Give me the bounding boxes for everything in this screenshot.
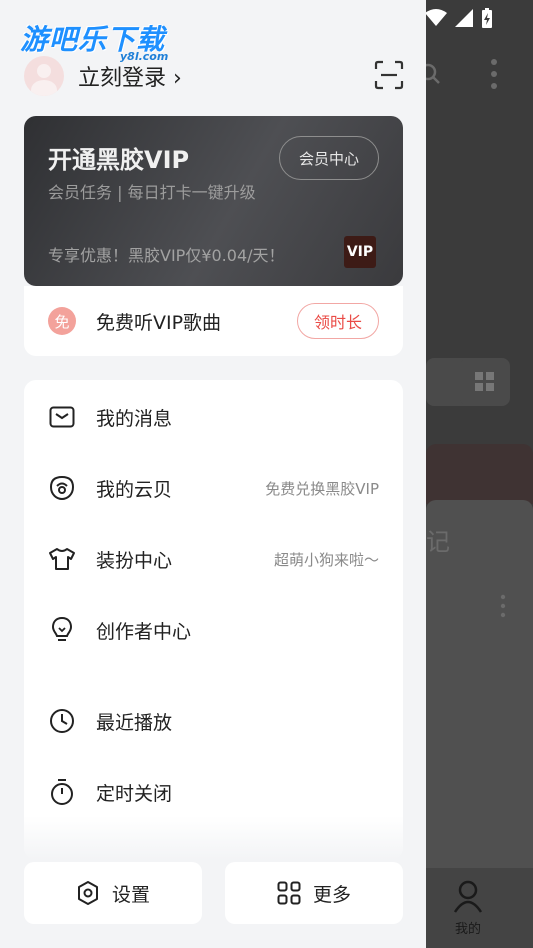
vip-title: 开通黑胶VIP: [48, 146, 190, 174]
menu-item-cloud-coins[interactable]: 我的云贝 免费兑换黑胶VIP: [24, 458, 403, 518]
settings-button[interactable]: 设置: [24, 862, 202, 924]
signal-icon: [455, 9, 473, 27]
vip-subtitle: 会员任务 | 每日打卡一键升级: [48, 183, 256, 202]
coin-icon: [48, 474, 76, 502]
menu-item-recent-plays[interactable]: 最近播放: [24, 691, 403, 751]
bg-partial-text: 记: [426, 528, 450, 556]
status-bar-icons: [425, 8, 493, 28]
menu-label: 创作者中心: [96, 620, 192, 643]
avatar[interactable]: [24, 56, 64, 96]
gear-icon: [77, 881, 98, 905]
menu-card: 我的消息 我的云贝 免费兑换黑胶VIP 装扮中心 超萌小狗来啦～ 创作者中心 最…: [24, 380, 403, 860]
more-vertical-icon: [500, 594, 506, 618]
user-icon: [453, 880, 483, 913]
free-vip-songs-label: 免费听VIP歌曲: [96, 311, 222, 334]
menu-label: 定时关闭: [96, 782, 173, 805]
tab-me-label: 我的: [454, 922, 481, 937]
menu-hint: 超萌小狗来啦～: [273, 550, 379, 569]
more-label: 更多: [312, 883, 351, 906]
side-drawer: 游吧乐下载 y8l.com 立刻登录 › 开通黑胶VIP 会员任务 | 每日打卡…: [0, 0, 426, 948]
bg-grid-card: [460, 358, 510, 406]
menu-label: 我的云贝: [96, 478, 173, 501]
bg-banner: [426, 444, 533, 504]
scan-icon[interactable]: [374, 60, 404, 90]
vip-badge-icon: VIP: [344, 236, 376, 268]
menu-item-dress-up[interactable]: 装扮中心 超萌小狗来啦～: [24, 529, 403, 589]
grid-icon: [475, 372, 494, 391]
vip-promo-text: 专享优惠！黑胶VIP仅¥0.04/天！: [48, 246, 285, 265]
bg-content-card: 记: [426, 500, 533, 880]
menu-fade-overlay: [24, 816, 403, 860]
mail-icon: [48, 403, 76, 431]
claim-duration-button[interactable]: 领时长: [297, 303, 379, 339]
menu-label: 装扮中心: [96, 549, 173, 572]
more-button[interactable]: 更多: [225, 862, 403, 924]
lightbulb-icon: [48, 616, 76, 644]
menu-item-messages[interactable]: 我的消息: [24, 387, 403, 447]
login-link[interactable]: 立刻登录 ›: [78, 60, 182, 92]
menu-hint: 免费兑换黑胶VIP: [265, 479, 379, 498]
wifi-icon: [425, 9, 447, 26]
battery-icon: [482, 8, 492, 28]
menu-label: 最近播放: [96, 711, 173, 734]
menu-item-creator-center[interactable]: 创作者中心: [24, 600, 403, 660]
clock-icon: [48, 707, 76, 735]
login-row[interactable]: 立刻登录 ›: [24, 56, 404, 96]
apps-grid-icon: [277, 881, 301, 905]
vip-card[interactable]: 开通黑胶VIP 会员任务 | 每日打卡一键升级 会员中心 专享优惠！黑胶VIP仅…: [24, 116, 403, 286]
tab-me: 我的: [448, 880, 488, 937]
tshirt-icon: [48, 545, 76, 573]
free-vip-songs-card[interactable]: 免 免费听VIP歌曲 领时长: [24, 286, 403, 356]
menu-label: 我的消息: [96, 407, 173, 430]
free-icon: 免: [48, 307, 76, 335]
settings-label: 设置: [111, 883, 150, 906]
member-center-button[interactable]: 会员中心: [279, 136, 379, 180]
more-vertical-icon: [491, 59, 497, 89]
timer-icon: [48, 778, 76, 806]
menu-item-sleep-timer[interactable]: 定时关闭: [24, 762, 403, 822]
